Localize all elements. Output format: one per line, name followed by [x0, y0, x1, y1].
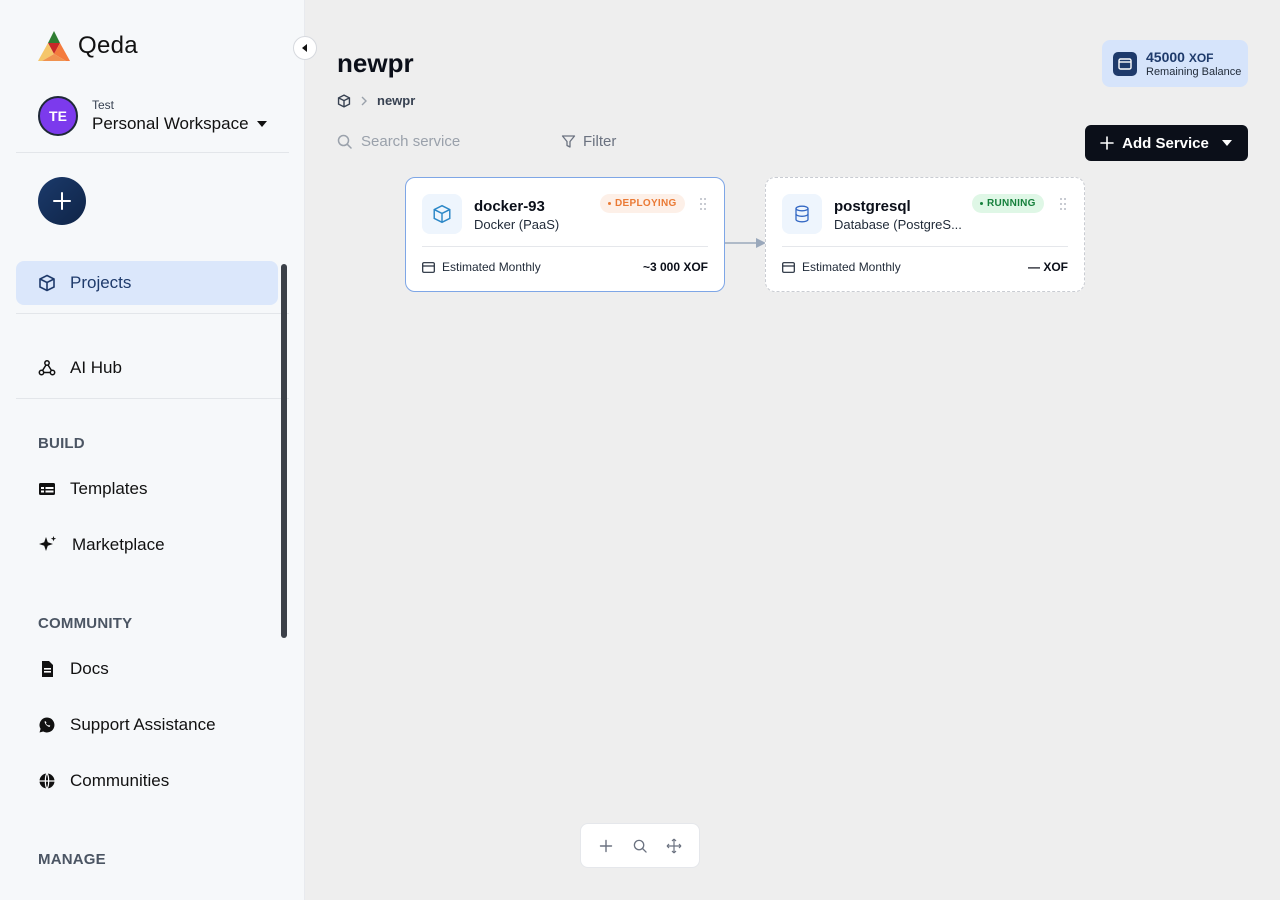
status-text: DEPLOYING: [615, 198, 677, 209]
service-icon: [782, 194, 822, 234]
breadcrumb-current: newpr: [377, 93, 416, 108]
nav-item-docs[interactable]: Docs: [16, 647, 278, 691]
service-card-docker[interactable]: docker-93 Docker (PaaS) DEPLOYING Estima…: [405, 177, 725, 292]
nav-item-marketplace[interactable]: Marketplace: [16, 523, 278, 567]
webhook-icon: [38, 360, 56, 376]
sidebar-scrollbar[interactable]: [281, 264, 287, 638]
credit-card-icon: [422, 261, 435, 273]
status-text: RUNNING: [987, 198, 1036, 209]
divider: [782, 246, 1068, 247]
divider: [16, 313, 289, 314]
status-dot: [608, 202, 611, 205]
nav-item-ai-hub[interactable]: AI Hub: [16, 346, 278, 390]
nav-item-projects[interactable]: Projects: [16, 261, 278, 305]
cube-icon: [39, 274, 55, 292]
search-icon: [633, 839, 647, 853]
status-badge: DEPLOYING: [600, 194, 685, 213]
sidebar-collapse-button[interactable]: [293, 36, 317, 60]
document-icon: [42, 661, 53, 677]
zoom-search-button[interactable]: [628, 834, 652, 858]
balance-label: Remaining Balance: [1146, 66, 1242, 78]
search-input[interactable]: [361, 133, 541, 150]
drag-handle-icon[interactable]: [700, 198, 706, 210]
cost-label: Estimated Monthly: [802, 260, 901, 274]
whatsapp-icon: [39, 717, 55, 733]
search-bar: [337, 133, 541, 150]
service-connector-arrow: [725, 238, 766, 248]
move-icon: [666, 838, 682, 853]
cube-icon[interactable]: [337, 93, 351, 108]
cost-label: Estimated Monthly: [442, 260, 541, 274]
qeda-logo-icon: [38, 31, 70, 61]
sparkle-icon: [39, 536, 57, 551]
service-name: postgresql: [834, 198, 911, 215]
search-icon: [337, 134, 352, 149]
section-title-community: COMMUNITY: [38, 615, 133, 632]
nav-item-label: Communities: [70, 771, 170, 790]
filter-label: Filter: [583, 133, 617, 150]
service-icon: [422, 194, 462, 234]
app-logo[interactable]: Qeda: [38, 30, 138, 62]
chevron-right-icon: [361, 96, 367, 105]
nav-item-label: Docs: [70, 659, 109, 678]
status-badge: RUNNING: [972, 194, 1044, 213]
globe-icon: [39, 773, 55, 789]
service-type: Database (PostgreS...: [834, 217, 962, 232]
divider: [16, 152, 289, 153]
canvas-controls: [580, 823, 700, 868]
nav-item-label: AI Hub: [70, 358, 122, 377]
plus-icon: [53, 192, 71, 210]
fit-view-button[interactable]: [662, 834, 686, 858]
divider: [422, 246, 708, 247]
wallet-icon: [1113, 51, 1137, 76]
nav-item-label: Templates: [70, 479, 148, 498]
filter-icon: [561, 135, 576, 148]
caret-down-icon: [1221, 140, 1232, 146]
table-icon: [39, 483, 55, 495]
nav-item-label: Support Assistance: [70, 715, 216, 734]
divider: [16, 398, 289, 399]
nav-item-support[interactable]: Support Assistance: [16, 703, 278, 747]
workspace-user: Test: [92, 98, 115, 112]
create-button[interactable]: [38, 177, 86, 225]
section-title-build: BUILD: [38, 435, 85, 452]
service-type: Docker (PaaS): [474, 217, 560, 232]
page-title: newpr: [337, 48, 414, 78]
plus-icon: [1100, 136, 1114, 150]
app-name: Qeda: [78, 32, 138, 59]
nav-item-templates[interactable]: Templates: [16, 467, 278, 511]
add-service-label: Add Service: [1122, 134, 1209, 152]
drag-handle-icon[interactable]: [1060, 198, 1066, 210]
avatar: TE: [38, 96, 78, 136]
filter-button[interactable]: Filter: [561, 133, 616, 150]
nav-item-label: Marketplace: [72, 535, 165, 554]
nav-item-communities[interactable]: Communities: [16, 759, 278, 803]
balance-widget[interactable]: 45000 XOF Remaining Balance: [1102, 40, 1248, 87]
status-dot: [980, 202, 983, 205]
cube-icon: [433, 204, 451, 224]
zoom-in-button[interactable]: [594, 834, 618, 858]
service-card-postgresql[interactable]: postgresql Database (PostgreS... RUNNING…: [765, 177, 1085, 292]
caret-left-icon: [302, 44, 307, 52]
caret-down-icon: [256, 121, 267, 127]
balance-currency: XOF: [1188, 51, 1214, 65]
nav-item-label: Projects: [70, 273, 132, 292]
cost-value: ~3 000 XOF: [642, 260, 708, 274]
workspace-name: Personal Workspace: [92, 114, 249, 133]
cost-value: — XOF: [1027, 260, 1068, 274]
sidebar: Qeda TE Test Personal Workspace Projects…: [0, 0, 305, 900]
credit-card-icon: [782, 261, 795, 273]
section-title-manage: MANAGE: [38, 851, 106, 868]
database-icon: [795, 205, 809, 223]
balance-amount: 45000: [1146, 49, 1185, 65]
plus-icon: [599, 839, 613, 852]
breadcrumb: newpr: [337, 93, 415, 108]
workspace-switcher[interactable]: TE Test Personal Workspace: [38, 96, 267, 136]
service-name: docker-93: [474, 198, 545, 215]
add-service-button[interactable]: Add Service: [1085, 125, 1248, 161]
